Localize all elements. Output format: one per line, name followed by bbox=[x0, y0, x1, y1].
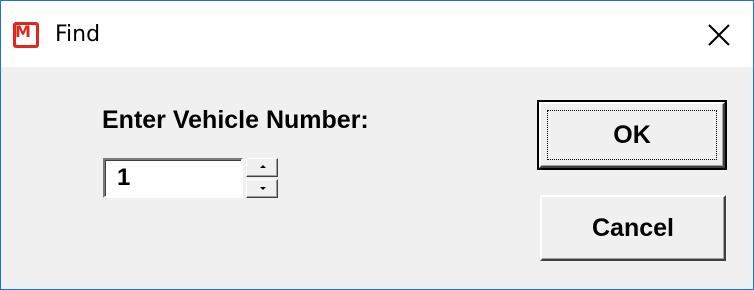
ok-button[interactable]: OK bbox=[537, 100, 727, 170]
cancel-button[interactable]: Cancel bbox=[540, 195, 726, 261]
vehicle-number-input[interactable] bbox=[103, 158, 243, 198]
vehicle-number-label: Enter Vehicle Number: bbox=[102, 106, 369, 134]
title-bar: M Find bbox=[1, 1, 753, 67]
spin-down-button[interactable] bbox=[246, 179, 278, 198]
close-icon bbox=[708, 24, 730, 46]
app-icon: M bbox=[13, 22, 39, 48]
close-button[interactable] bbox=[697, 15, 741, 55]
focus-rectangle bbox=[547, 110, 717, 160]
window-title: Find bbox=[55, 22, 101, 47]
cancel-button-label: Cancel bbox=[592, 214, 674, 242]
spin-up-arrow-icon bbox=[260, 165, 266, 168]
find-dialog: M Find Enter Vehicle Number: OK Cancel bbox=[0, 0, 754, 290]
app-icon-letter: M bbox=[15, 22, 31, 41]
spin-down-arrow-icon bbox=[260, 187, 266, 190]
spin-up-button[interactable] bbox=[246, 158, 278, 177]
